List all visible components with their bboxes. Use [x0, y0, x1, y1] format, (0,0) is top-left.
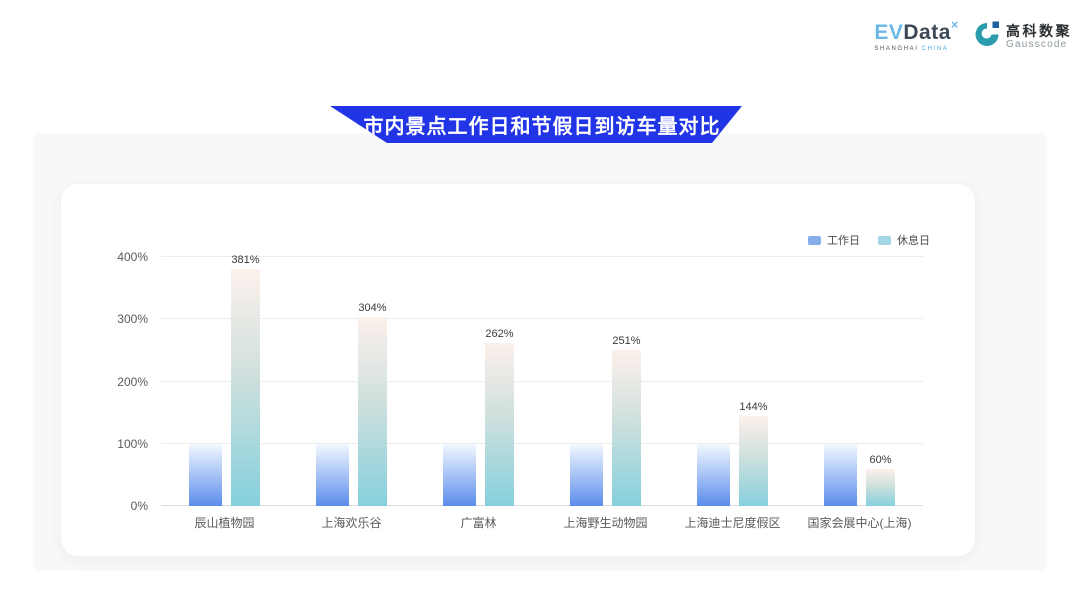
legend-item-restday[interactable]: 休息日: [878, 232, 930, 248]
y-axis-tick: 400%: [117, 250, 148, 264]
evdata-logo-subtext: SHANGHAI CHINA: [874, 46, 959, 52]
bar-value-label: 262%: [485, 328, 513, 340]
y-axis-tick: 100%: [117, 437, 148, 451]
bar-休息日-上海野生动物园: 251%: [612, 350, 641, 506]
x-axis-label: 广富林: [415, 514, 542, 531]
bar-工作日-广富林: [443, 444, 476, 506]
bar-休息日-国家会展中心(上海): 60%: [866, 469, 895, 506]
x-axis-label: 国家会展中心(上海): [796, 514, 923, 531]
evdata-logo-x-mark: ×: [951, 17, 959, 32]
x-axis-label: 上海欢乐谷: [288, 514, 415, 531]
gausscode-logo: 高科数聚 Gausscode: [973, 20, 1072, 53]
evdata-logo-text: EVData×: [874, 22, 959, 43]
legend-label-restday: 休息日: [897, 232, 930, 248]
bar-休息日-辰山植物园: 381%: [231, 269, 260, 506]
legend-label-workday: 工作日: [827, 232, 860, 248]
y-axis-tick: 300%: [117, 312, 148, 326]
bar-group: 304%: [288, 257, 415, 506]
page-title: 市内景点工作日和节假日到访车量对比: [352, 110, 721, 139]
bar-group: 381%: [161, 257, 288, 506]
bar-group: 60%: [796, 257, 923, 506]
gausscode-name-cn: 高科数聚: [1006, 23, 1072, 39]
bar-休息日-上海欢乐谷: 304%: [358, 317, 387, 506]
bar-value-label: 144%: [739, 401, 767, 413]
x-axis-label: 上海迪士尼度假区: [669, 514, 796, 531]
evdata-logo-ev: EV: [874, 21, 903, 44]
legend-marker-restday: [878, 236, 891, 245]
x-axis-labels: 辰山植物园上海欢乐谷广富林上海野生动物园上海迪士尼度假区国家会展中心(上海): [161, 514, 923, 531]
bar-value-label: 304%: [358, 302, 386, 314]
legend-item-workday[interactable]: 工作日: [808, 232, 860, 248]
legend-marker-workday: [808, 236, 821, 245]
bar-工作日-上海迪士尼度假区: [697, 444, 730, 506]
bar-工作日-上海野生动物园: [570, 444, 603, 506]
gausscode-name-en: Gausscode: [1006, 39, 1072, 51]
title-banner: 市内景点工作日和节假日到访车量对比: [330, 106, 742, 143]
x-axis-label: 辰山植物园: [161, 514, 288, 531]
header-logos: EVData× SHANGHAI CHINA 高科数聚 Gausscode: [874, 20, 1072, 53]
plot-area: 0%100%200%300%400%381%304%262%251%144%60…: [161, 257, 923, 506]
bar-休息日-上海迪士尼度假区: 144%: [739, 416, 768, 506]
bar-group: 144%: [669, 257, 796, 506]
evdata-subtext-shanghai: SHANGHAI: [874, 46, 918, 52]
bar-value-label: 60%: [869, 454, 891, 466]
bar-group: 251%: [542, 257, 669, 506]
chart-legend: 工作日 休息日: [808, 232, 930, 248]
gausscode-g-icon: [973, 20, 1001, 53]
x-axis-label: 上海野生动物园: [542, 514, 669, 531]
y-axis-tick: 200%: [117, 375, 148, 389]
evdata-logo-data: Data: [903, 21, 951, 44]
bar-value-label: 251%: [612, 335, 640, 347]
content-panel: 工作日 休息日 0% 100% 200% 300% 400% 381% 304% 262% 25…: [33, 133, 1047, 571]
chart-card: 工作日 休息日 0% 100% 200% 300% 400% 381% 304% 262% 25…: [60, 183, 976, 557]
y-axis-tick: 0%: [131, 499, 148, 513]
evdata-logo: EVData× SHANGHAI CHINA: [874, 22, 959, 52]
bar-group: 262%: [415, 257, 542, 506]
bar-工作日-上海欢乐谷: [316, 444, 349, 506]
bar-工作日-辰山植物园: [189, 444, 222, 506]
gausscode-text: 高科数聚 Gausscode: [1006, 23, 1072, 51]
bar-休息日-广富林: 262%: [485, 343, 514, 506]
bar-value-label: 381%: [231, 254, 259, 266]
bar-工作日-国家会展中心(上海): [824, 444, 857, 506]
evdata-subtext-china: CHINA: [922, 46, 949, 52]
